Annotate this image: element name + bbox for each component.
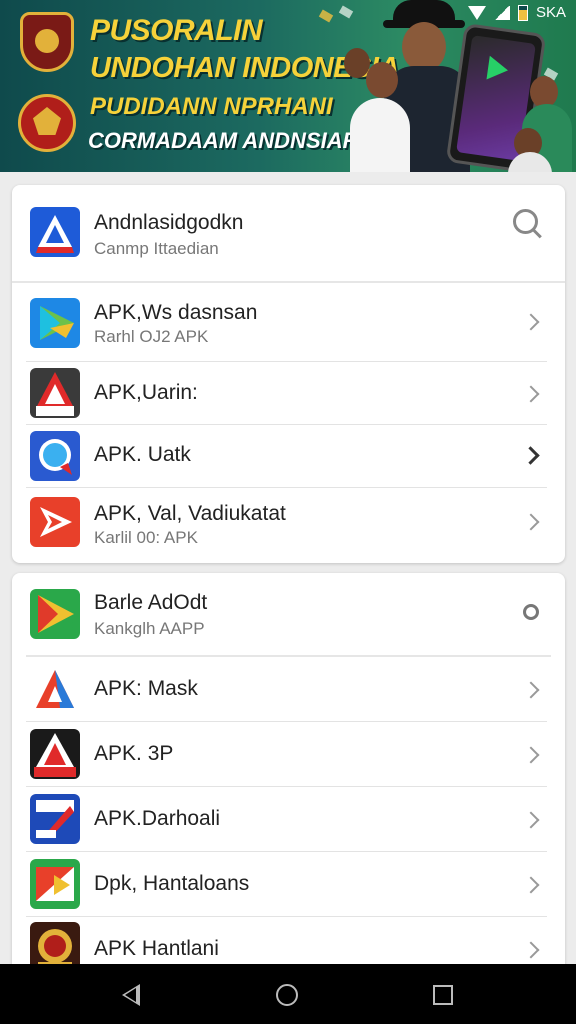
item-title: APK,Uarin: [94, 381, 198, 404]
chevron-right-icon [522, 746, 540, 764]
item-title: Dpk, Hantaloans [94, 872, 250, 895]
red-arrow-icon [30, 497, 80, 547]
section-subtitle: Kankglh AAPP [94, 619, 205, 638]
garuda-emblem-icon [18, 94, 76, 152]
apk-blue-icon [30, 794, 80, 844]
chevron-right-icon [522, 811, 540, 829]
chevron-right-icon [522, 941, 540, 959]
list-item[interactable]: APK. 3P [12, 722, 565, 786]
banner-line-4: CORMADAAM ANDNSIAR [88, 128, 359, 153]
military-emblem-icon [20, 12, 74, 72]
section-title: Barle AdOdt [94, 591, 208, 614]
signal-icon [493, 5, 510, 20]
chevron-right-icon [522, 876, 540, 894]
item-subtitle: Rarhl OJ2 APK [94, 327, 209, 346]
carrier-label: SKA [535, 4, 566, 21]
app-list-card-2: Barle AdOdt Kankglh AAPP APK: Mask APK. … [12, 573, 565, 973]
search-button[interactable] [513, 209, 543, 239]
item-title: APK. Uatk [94, 443, 191, 466]
chevron-right-icon [522, 313, 540, 331]
navigation-bar [0, 964, 576, 1024]
play-store-icon [30, 298, 80, 348]
list-item[interactable]: APK,Ws dasnsan Rarhl OJ2 APK [12, 283, 565, 361]
person-head [366, 62, 398, 98]
item-title: APK, Val, Vadiukatat [94, 502, 286, 525]
battery-icon [517, 4, 528, 21]
play-icon [486, 55, 510, 83]
item-title: APK.Darhoali [94, 807, 221, 830]
home-button[interactable] [276, 984, 298, 1006]
list-item[interactable]: APK: Mask [12, 657, 565, 721]
a-logo-icon [30, 664, 80, 714]
item-title: APK. 3P [94, 742, 174, 765]
promo-banner[interactable]: SKA PUSORALIN UNDOHAN INDONESIA PUDIDANN… [0, 0, 576, 172]
item-subtitle: Karlil 00: APK [94, 528, 198, 547]
list-item[interactable]: APK. Uatk [12, 425, 565, 487]
chevron-right-icon [522, 513, 540, 531]
list-item[interactable]: APK,Uarin: [12, 362, 565, 424]
item-title: APK,Ws dasnsan [94, 301, 258, 324]
person-body [350, 98, 410, 172]
chat-bubble-icon [30, 431, 80, 481]
item-title: APK Hantlani [94, 937, 219, 960]
person-head [402, 22, 446, 72]
recent-apps-button[interactable] [433, 985, 453, 1005]
list-item[interactable]: APK, Val, Vadiukatat Karlil 00: APK [12, 488, 565, 563]
banner-line-3: PUDIDANN NPRHANI [90, 93, 333, 120]
radio-option[interactable] [523, 604, 539, 620]
banner-line-1: PUSORALIN [90, 14, 263, 47]
confetti-shape [338, 5, 354, 19]
wifi-icon [467, 5, 486, 20]
app-store-a-icon [30, 207, 80, 257]
section-header-2[interactable]: Barle AdOdt Kankglh AAPP [12, 573, 565, 655]
person-head [344, 48, 370, 78]
chevron-right-icon [521, 446, 540, 465]
list-item[interactable]: APK.Darhoali [12, 787, 565, 851]
chevron-right-icon [522, 385, 540, 403]
section-title: Andnlasidgodkn [94, 211, 244, 234]
play-triangle-icon [30, 589, 80, 639]
app-list-card-1: Andnlasidgodkn Canmp Ittaedian APK,Ws da… [12, 185, 565, 563]
list-item[interactable]: Dpk, Hantaloans [12, 852, 565, 916]
back-button[interactable] [122, 984, 140, 1006]
chevron-right-icon [522, 681, 540, 699]
status-bar: SKA [467, 4, 566, 21]
flag-icon [30, 859, 80, 909]
item-title: APK: Mask [94, 677, 198, 700]
section-subtitle: Canmp Ittaedian [94, 239, 219, 258]
apk-a-icon [30, 368, 80, 418]
apk-red-icon [30, 729, 80, 779]
confetti-shape [318, 9, 334, 23]
section-header-1[interactable]: Andnlasidgodkn Canmp Ittaedian [12, 185, 565, 281]
